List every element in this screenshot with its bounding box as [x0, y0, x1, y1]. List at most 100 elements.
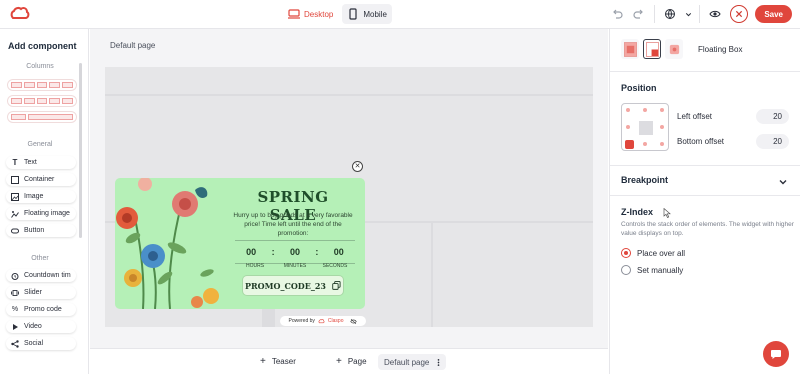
breakpoint-title[interactable]: Breakpoint [621, 175, 668, 185]
component-slider[interactable]: Slider [6, 286, 76, 299]
component-video[interactable]: Video [6, 320, 76, 333]
radio-place-over-all[interactable]: Place over all [621, 248, 685, 258]
left-offset-label: Left offset [677, 112, 712, 121]
close-editor-button[interactable] [730, 5, 749, 23]
columns-layout-3[interactable] [7, 111, 77, 123]
add-teaser-button[interactable]: + Teaser [260, 356, 296, 367]
hide-icon[interactable] [350, 318, 358, 325]
position-dot[interactable] [643, 108, 647, 112]
component-button[interactable]: Button [6, 224, 76, 237]
redo-button[interactable] [628, 4, 650, 24]
bottom-offset-input[interactable]: 20 [756, 134, 789, 149]
claspo-small-logo-icon [318, 318, 325, 323]
position-dot[interactable] [626, 108, 630, 112]
radio-set-manually[interactable]: Set manually [621, 265, 683, 275]
timer-label-hours: HOURS [245, 263, 265, 269]
component-social[interactable]: Social [6, 337, 76, 350]
percent-icon: % [11, 306, 19, 313]
component-label: Text [24, 159, 37, 166]
column-cell [62, 98, 73, 104]
copy-icon[interactable] [332, 281, 341, 290]
panel-scrollbar[interactable] [79, 63, 82, 238]
chat-icon [771, 350, 781, 359]
column-cell [49, 82, 61, 88]
position-dot[interactable] [626, 125, 630, 129]
radio-label: Set manually [637, 265, 684, 275]
desktop-button[interactable]: Desktop [283, 4, 338, 24]
language-button[interactable] [659, 4, 681, 24]
more-vertical-icon[interactable] [437, 358, 440, 367]
mobile-label: Mobile [363, 9, 387, 19]
layout-floating-box-option[interactable] [643, 39, 661, 59]
promo-code-box[interactable]: PROMO_CODE_23 [243, 276, 343, 295]
timer-seconds: 00 [333, 247, 344, 257]
position-dot[interactable] [660, 108, 664, 112]
component-container[interactable]: Container [6, 173, 76, 186]
position-dot[interactable] [660, 125, 664, 129]
component-promo-code[interactable]: % Promo code [6, 303, 76, 316]
image-icon [11, 192, 19, 201]
add-teaser-label: Teaser [271, 357, 296, 366]
text-icon: T [12, 158, 18, 167]
timer-minutes: 00 [289, 247, 300, 257]
position-selected-bottom-left[interactable] [625, 140, 634, 149]
position-dot[interactable] [660, 142, 664, 146]
embedded-layout-icon [669, 44, 679, 54]
component-floating-image[interactable]: Floating image [6, 207, 76, 220]
radio-label: Place over all [637, 248, 686, 258]
preview-button[interactable] [704, 4, 726, 24]
powered-by-text: Powered by [288, 318, 315, 324]
chevron-down-icon[interactable] [778, 177, 788, 187]
properties-panel: Floating Box Position Left offset 20 Bot… [609, 29, 800, 374]
component-label: Slider [24, 289, 42, 296]
position-center-preview [639, 121, 653, 135]
component-label: Social [24, 340, 44, 347]
columns-layout-2[interactable] [7, 95, 77, 107]
column-cell [23, 98, 35, 104]
undo-icon [613, 9, 623, 19]
undo-button[interactable] [606, 4, 628, 24]
popup-close-button[interactable]: ✕ [352, 161, 363, 172]
position-dot[interactable] [643, 142, 647, 146]
mobile-button[interactable]: Mobile [342, 4, 392, 24]
powered-by-badge[interactable]: Powered by Claspo [280, 316, 366, 326]
spring-sale-popup[interactable]: SPRING SALE Hurry up to buy goods at a v… [115, 178, 365, 309]
bottom-bar: + Teaser + Page Default page [90, 348, 608, 374]
timer-hours: 00 [246, 247, 257, 257]
container-icon [11, 175, 19, 184]
layout-type-selector [621, 39, 683, 59]
language-dropdown[interactable] [681, 4, 695, 24]
component-text[interactable]: T Text [6, 156, 76, 169]
save-button[interactable]: Save [755, 5, 792, 23]
top-toolbar: Desktop Mobile Save [0, 0, 800, 29]
left-offset-input[interactable]: 20 [756, 109, 789, 124]
radio-button[interactable] [621, 265, 631, 275]
plus-icon: + [260, 356, 266, 367]
radio-button-checked[interactable] [621, 248, 631, 258]
position-title: Position [621, 83, 657, 93]
component-label: Image [24, 193, 44, 200]
column-cell [11, 98, 22, 104]
divider [610, 195, 800, 196]
layout-embedded-option[interactable] [665, 39, 683, 59]
timer-labels: HOURS MINUTES SECONDS [235, 263, 355, 269]
component-label: Button [24, 227, 45, 234]
component-label: Promo code [24, 306, 62, 313]
preview-section [105, 67, 593, 94]
column-cell [36, 98, 48, 104]
redo-icon [633, 9, 644, 19]
columns-layout-1[interactable] [7, 79, 77, 91]
group-general-label: General [27, 141, 53, 148]
layout-popup-option[interactable] [621, 39, 639, 59]
bottom-offset-label: Bottom offset [677, 137, 724, 146]
claspo-logo-icon[interactable] [10, 6, 30, 22]
components-panel: Add component Columns General T Text Con… [0, 29, 89, 374]
position-picker[interactable] [621, 103, 669, 151]
column-cell [49, 98, 61, 104]
component-image[interactable]: Image [6, 190, 76, 203]
popup-description: Hurry up to buy goods at a very favorabl… [233, 212, 353, 237]
support-chat-button[interactable] [763, 341, 789, 367]
add-page-button[interactable]: + Page [336, 356, 367, 367]
component-countdown[interactable]: Countdown tim [6, 269, 76, 282]
page-tab-default[interactable]: Default page [378, 354, 447, 370]
